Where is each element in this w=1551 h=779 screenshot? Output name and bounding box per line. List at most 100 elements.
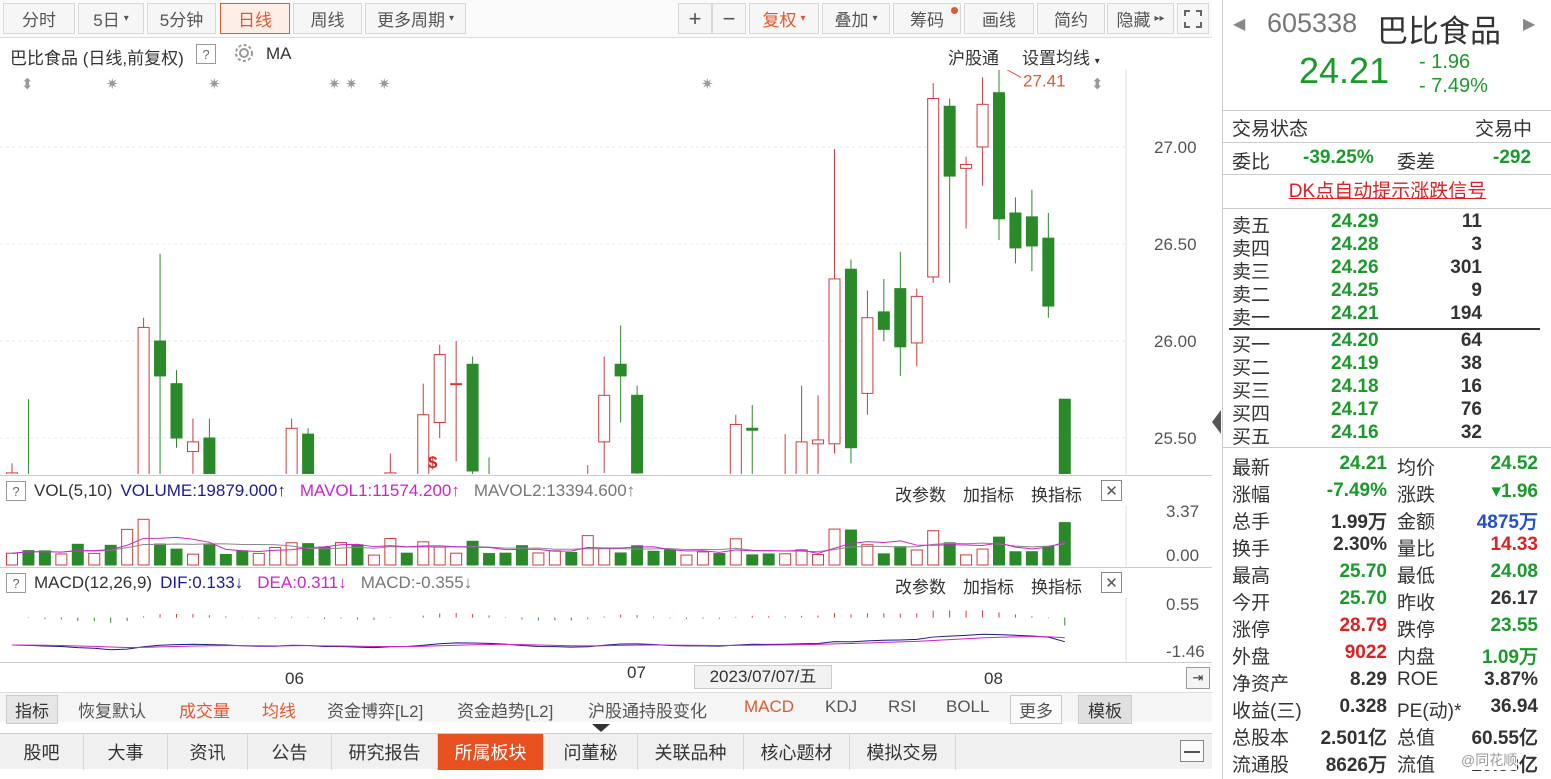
tab-5min[interactable]: 5分钟: [147, 3, 216, 34]
itab-boll[interactable]: BOLL: [946, 697, 989, 717]
vol-bar-down: [877, 553, 890, 566]
order-price: 24.29: [1331, 211, 1379, 232]
macd-chart[interactable]: 0.55 -1.46: [0, 598, 1212, 662]
vol-switch-indicator[interactable]: 换指标: [1031, 481, 1082, 506]
hide-button[interactable]: 隐藏 ▸▸: [1107, 3, 1174, 34]
candle-down: [170, 383, 183, 439]
bid-row[interactable]: 买二 24.19 38: [1223, 353, 1551, 379]
itab-macd[interactable]: MACD: [744, 697, 794, 717]
macd-add-indicator[interactable]: 加指标: [963, 573, 1014, 598]
candle-down: [1025, 216, 1038, 247]
btab-themes[interactable]: 核心题材: [744, 734, 850, 770]
btab-related[interactable]: 关联品种: [638, 734, 744, 770]
itab-ma[interactable]: 均线: [262, 697, 296, 722]
btab-news[interactable]: 资讯: [168, 734, 248, 770]
bid-row[interactable]: 买四 24.17 76: [1223, 399, 1551, 425]
ask-row[interactable]: 卖五 24.29 11: [1223, 211, 1551, 237]
itab-capital-trend[interactable]: 资金趋势[L2]: [457, 697, 553, 722]
macd-change-params[interactable]: 改参数: [895, 573, 946, 598]
zoom-in-button[interactable]: +: [678, 3, 712, 34]
next-stock-icon[interactable]: ▶: [1523, 14, 1535, 34]
current-price: 24.21: [1299, 50, 1390, 91]
btab-sector[interactable]: 所属板块: [438, 734, 544, 770]
chart-title-bar: 巴比食品 (日线,前复权) ? MA 沪股通 设置均线 ▾: [0, 38, 1126, 70]
simple-button[interactable]: 简约: [1037, 3, 1105, 34]
prev-stock-icon[interactable]: ◀: [1233, 14, 1245, 34]
vol-bar-up: [532, 552, 545, 566]
fullscreen-icon[interactable]: [1177, 3, 1209, 34]
vol-bar-down: [565, 551, 578, 566]
ask-row[interactable]: 卖四 24.28 3: [1223, 234, 1551, 260]
settings-gear-icon[interactable]: [233, 42, 255, 69]
scroll-right-icon[interactable]: ⇥: [1186, 667, 1210, 689]
ask-row[interactable]: 卖二 24.25 9: [1223, 280, 1551, 306]
itab-hgt-holding[interactable]: 沪股通持股变化: [588, 697, 707, 722]
kline-chart[interactable]: 27.0026.5026.0025.5025.0024.5024.0024.21…: [0, 70, 1212, 474]
event-marker-icon: ⬍: [1091, 76, 1104, 93]
order-price: 24.21: [1331, 303, 1379, 324]
order-price: 24.26: [1331, 257, 1379, 278]
collapse-right-panel-icon[interactable]: [1212, 410, 1221, 434]
itab-indicator[interactable]: 指标: [6, 695, 58, 724]
tab-fenshi[interactable]: 分时: [3, 3, 75, 34]
draw-line-button[interactable]: 画线: [964, 3, 1034, 34]
vol-bar-up: [367, 554, 380, 566]
vol-close-icon[interactable]: ✕: [1101, 480, 1122, 501]
candle-down: [894, 288, 907, 348]
candle-up: [828, 278, 841, 445]
tab-daily[interactable]: 日线: [220, 3, 290, 34]
itab-capital-game[interactable]: 资金博弈[L2]: [327, 697, 423, 722]
fuquan-dropdown[interactable]: 复权 ▾: [749, 3, 819, 34]
overlay-dropdown[interactable]: 叠加 ▾: [822, 3, 890, 34]
collapse-arrow-icon[interactable]: [592, 724, 610, 732]
macd-help-icon[interactable]: ?: [6, 573, 26, 593]
vol-y-label: 3.37: [1166, 505, 1199, 521]
tab-weekly[interactable]: 周线: [293, 3, 362, 34]
dk-signal-link[interactable]: DK点自动提示涨跌信号: [1223, 176, 1551, 208]
event-marker-icon: ✷: [701, 76, 714, 93]
itab-restore[interactable]: 恢复默认: [78, 697, 146, 722]
tab-more-periods[interactable]: 更多周期 ▾: [365, 3, 466, 34]
high-arrow: [1006, 70, 1022, 78]
btab-guba[interactable]: 股吧: [0, 734, 84, 770]
candle-down: [877, 311, 890, 330]
vol-add-indicator[interactable]: 加指标: [963, 481, 1014, 506]
itab-template[interactable]: 模板: [1078, 695, 1132, 724]
ask-row[interactable]: 卖三 24.26 301: [1223, 257, 1551, 283]
vol-bar-up: [795, 549, 808, 566]
btab-ask-secretary[interactable]: 问董秘: [544, 734, 638, 770]
btab-research[interactable]: 研究报告: [332, 734, 438, 770]
bid-row[interactable]: 买三 24.18 16: [1223, 376, 1551, 402]
candle-down: [1058, 398, 1071, 474]
btab-sim-trade[interactable]: 模拟交易: [850, 734, 956, 770]
itab-kdj[interactable]: KDJ: [825, 697, 857, 717]
vol-change-params[interactable]: 改参数: [895, 481, 946, 506]
itab-rsi[interactable]: RSI: [888, 697, 916, 717]
stat-row: 总手 1.99万 金额 4875万: [1223, 507, 1551, 533]
bid-row[interactable]: 买一 24.20 64: [1223, 330, 1551, 356]
stat-label: 外盘: [1232, 647, 1271, 668]
stat-label: 涨跌: [1397, 485, 1436, 506]
vol-bar-down: [318, 546, 331, 566]
btab-notices[interactable]: 公告: [248, 734, 332, 770]
ma-settings-link[interactable]: 设置均线 ▾: [1022, 44, 1100, 69]
candle-down: [466, 363, 479, 472]
hgt-link[interactable]: 沪股通: [948, 44, 999, 69]
btab-events[interactable]: 大事: [84, 734, 168, 770]
macd-close-icon[interactable]: ✕: [1101, 572, 1122, 593]
itab-more[interactable]: 更多: [1010, 695, 1062, 724]
ask-row[interactable]: 卖一 24.21 194: [1223, 303, 1551, 329]
macd-switch-indicator[interactable]: 换指标: [1031, 573, 1082, 598]
panel-toggle-icon[interactable]: [1180, 740, 1204, 762]
zoom-out-button[interactable]: −: [712, 3, 746, 34]
stat-label: 跌停: [1397, 620, 1436, 641]
volume-chart[interactable]: 3.37 0.00: [0, 505, 1212, 567]
vol-help-icon[interactable]: ?: [6, 481, 26, 501]
x-label-06: 06: [285, 669, 304, 688]
tab-5day[interactable]: 5日 ▾: [78, 3, 144, 34]
bid-row[interactable]: 买五 24.16 32: [1223, 422, 1551, 448]
help-icon[interactable]: ?: [196, 44, 216, 64]
candle-down: [203, 437, 216, 474]
itab-volume[interactable]: 成交量: [179, 697, 230, 722]
chips-button[interactable]: 筹码: [893, 3, 961, 34]
